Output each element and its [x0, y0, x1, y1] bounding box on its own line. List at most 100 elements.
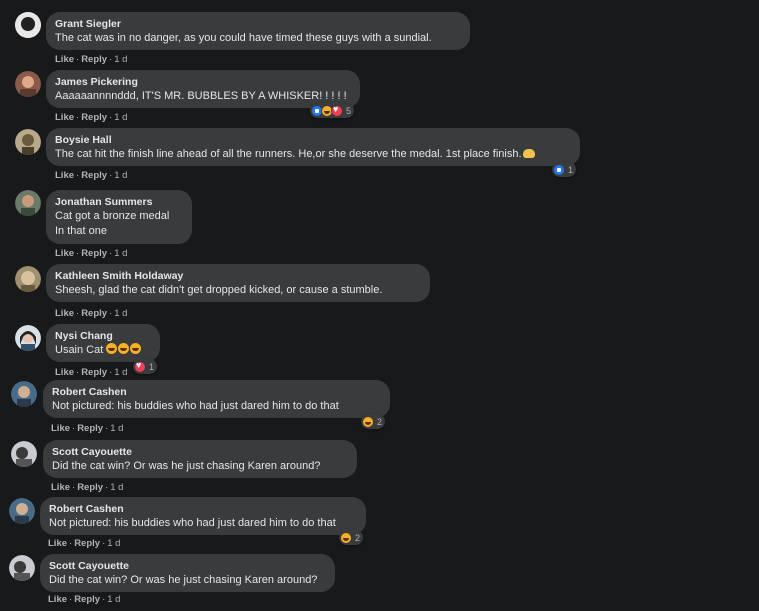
comment-author[interactable]: Robert Cashen	[49, 503, 356, 516]
reply-link[interactable]: Reply	[74, 538, 100, 549]
comment-author[interactable]: Grant Siegler	[55, 18, 460, 31]
like-link[interactable]: Like	[55, 367, 74, 378]
like-link[interactable]: Like	[55, 112, 74, 123]
laughing-emoji	[118, 343, 130, 354]
reaction-summary[interactable]: 2	[339, 530, 364, 545]
avatar[interactable]	[11, 381, 37, 407]
reaction-summary[interactable]: 1	[552, 162, 577, 177]
like-link[interactable]: Like	[55, 54, 74, 65]
avatar[interactable]	[11, 441, 37, 467]
comment-bubble: Scott Cayouette Did the cat win? Or was …	[43, 440, 357, 478]
like-link[interactable]: Like	[51, 423, 70, 434]
comment-text: Aaaaaannnnddd, IT'S MR. BUBBLES BY A WHI…	[55, 90, 347, 102]
comment-time[interactable]: 1 d	[114, 308, 127, 319]
comment-bubble: Nysi Chang Usain Cat	[46, 324, 160, 362]
separator: ·	[76, 248, 80, 259]
like-link[interactable]: Like	[48, 594, 67, 605]
comment-bubble: Boysie Hall The cat hit the finish line …	[46, 128, 580, 166]
comment-actions: Like · Reply · 1 d	[55, 54, 127, 65]
comment-text: In that one	[55, 225, 107, 237]
comment-author[interactable]: Jonathan Summers	[55, 196, 182, 209]
haha-icon	[340, 531, 352, 544]
comment-time[interactable]: 1 d	[114, 170, 127, 181]
comment-time[interactable]: 1 d	[110, 482, 123, 493]
separator: ·	[109, 248, 113, 259]
comment-time[interactable]: 1 d	[107, 594, 120, 605]
avatar[interactable]	[15, 190, 41, 216]
love-icon	[134, 360, 146, 373]
separator: ·	[109, 308, 113, 319]
comment-text: Did the cat win? Or was he just chasing …	[49, 574, 318, 586]
comment-author[interactable]: Scott Cayouette	[49, 560, 325, 573]
avatar[interactable]	[15, 12, 41, 38]
comment-text: Usain Cat	[55, 344, 104, 356]
comment-actions: Like · Reply · 1 d	[55, 170, 127, 181]
reply-link[interactable]: Reply	[74, 594, 100, 605]
reaction-summary[interactable]: 2	[361, 414, 386, 429]
avatar[interactable]	[9, 555, 35, 581]
reply-link[interactable]: Reply	[81, 54, 107, 65]
avatar[interactable]	[15, 71, 41, 97]
separator: ·	[76, 367, 80, 378]
separator: ·	[76, 112, 80, 123]
like-link[interactable]: Like	[51, 482, 70, 493]
comment-author[interactable]: James Pickering	[55, 76, 350, 89]
comment-text: The cat was in no danger, as you could h…	[55, 32, 432, 44]
reaction-count: 2	[377, 416, 383, 427]
separator: ·	[76, 54, 80, 65]
like-link[interactable]: Like	[48, 538, 67, 549]
reply-link[interactable]: Reply	[81, 308, 107, 319]
comment-bubble: James Pickering Aaaaaannnnddd, IT'S MR. …	[46, 70, 360, 108]
reply-link[interactable]: Reply	[77, 423, 103, 434]
comment-bubble: Grant Siegler The cat was in no danger, …	[46, 12, 470, 50]
reply-link[interactable]: Reply	[81, 367, 107, 378]
separator: ·	[76, 308, 80, 319]
comment-time[interactable]: 1 d	[114, 248, 127, 259]
like-link[interactable]: Like	[55, 248, 74, 259]
separator: ·	[69, 594, 73, 605]
reply-link[interactable]: Reply	[81, 112, 107, 123]
reply-link[interactable]: Reply	[81, 170, 107, 181]
separator: ·	[102, 594, 106, 605]
comment-author[interactable]: Boysie Hall	[55, 134, 570, 147]
reaction-summary[interactable]: 5	[310, 103, 355, 118]
separator: ·	[109, 112, 113, 123]
reply-link[interactable]: Reply	[77, 482, 103, 493]
comment-actions: Like · Reply · 1 d	[51, 482, 123, 493]
comment-author[interactable]: Kathleen Smith Holdaway	[55, 270, 420, 283]
comment-bubble: Robert Cashen Not pictured: his buddies …	[43, 380, 390, 418]
separator: ·	[69, 538, 73, 549]
love-icon	[331, 104, 343, 117]
separator: ·	[102, 538, 106, 549]
like-link[interactable]: Like	[55, 308, 74, 319]
avatar[interactable]	[15, 266, 41, 292]
comment-time[interactable]: 1 d	[114, 367, 127, 378]
comment-author[interactable]: Robert Cashen	[52, 386, 380, 399]
avatar[interactable]	[15, 129, 41, 155]
comment-text: Did the cat win? Or was he just chasing …	[52, 460, 321, 472]
comment-author[interactable]: Scott Cayouette	[52, 446, 347, 459]
avatar[interactable]	[9, 498, 35, 524]
avatar[interactable]	[15, 325, 41, 351]
comment-time[interactable]: 1 d	[110, 423, 123, 434]
comment-time[interactable]: 1 d	[107, 538, 120, 549]
separator: ·	[76, 170, 80, 181]
comment-bubble: Robert Cashen Not pictured: his buddies …	[40, 497, 366, 535]
separator: ·	[72, 482, 76, 493]
like-link[interactable]: Like	[55, 170, 74, 181]
comment-time[interactable]: 1 d	[114, 112, 127, 123]
separator: ·	[105, 423, 109, 434]
comment-time[interactable]: 1 d	[114, 54, 127, 65]
comment-actions: Like · Reply · 1 d	[48, 594, 120, 605]
like-icon	[553, 163, 565, 176]
laughing-emoji	[130, 343, 142, 354]
separator: ·	[109, 54, 113, 65]
comment-bubble: Jonathan Summers Cat got a bronze medal …	[46, 190, 192, 244]
reply-link[interactable]: Reply	[81, 248, 107, 259]
comment-author[interactable]: Nysi Chang	[55, 330, 150, 343]
reaction-count: 1	[149, 361, 155, 372]
reaction-summary[interactable]: 1	[133, 359, 158, 374]
comment-text: Cat got a bronze medal	[55, 210, 170, 222]
comment-actions: Like · Reply · 1 d	[51, 423, 123, 434]
haha-icon	[362, 415, 374, 428]
